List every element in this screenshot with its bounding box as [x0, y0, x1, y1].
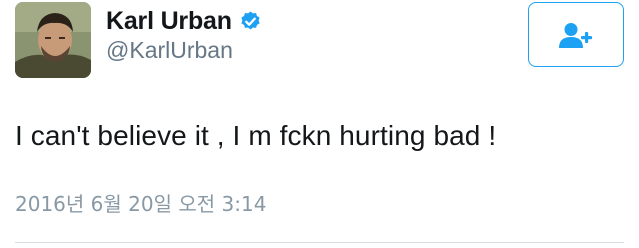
avatar[interactable]	[15, 2, 91, 78]
display-name[interactable]: Karl Urban	[106, 7, 232, 36]
verified-badge-icon	[239, 10, 262, 33]
tweet-text: I can't believe it , I m fckn hurting ba…	[15, 120, 497, 151]
name-row: Karl Urban	[106, 6, 262, 36]
divider	[15, 242, 624, 243]
follow-button[interactable]	[528, 2, 624, 67]
user-handle[interactable]: @KarlUrban	[106, 37, 233, 64]
follow-user-plus-icon	[559, 22, 592, 48]
tweet-timestamp[interactable]: 2016년 6월 20일 오전 3:14	[15, 188, 266, 217]
profile-photo	[15, 2, 91, 78]
